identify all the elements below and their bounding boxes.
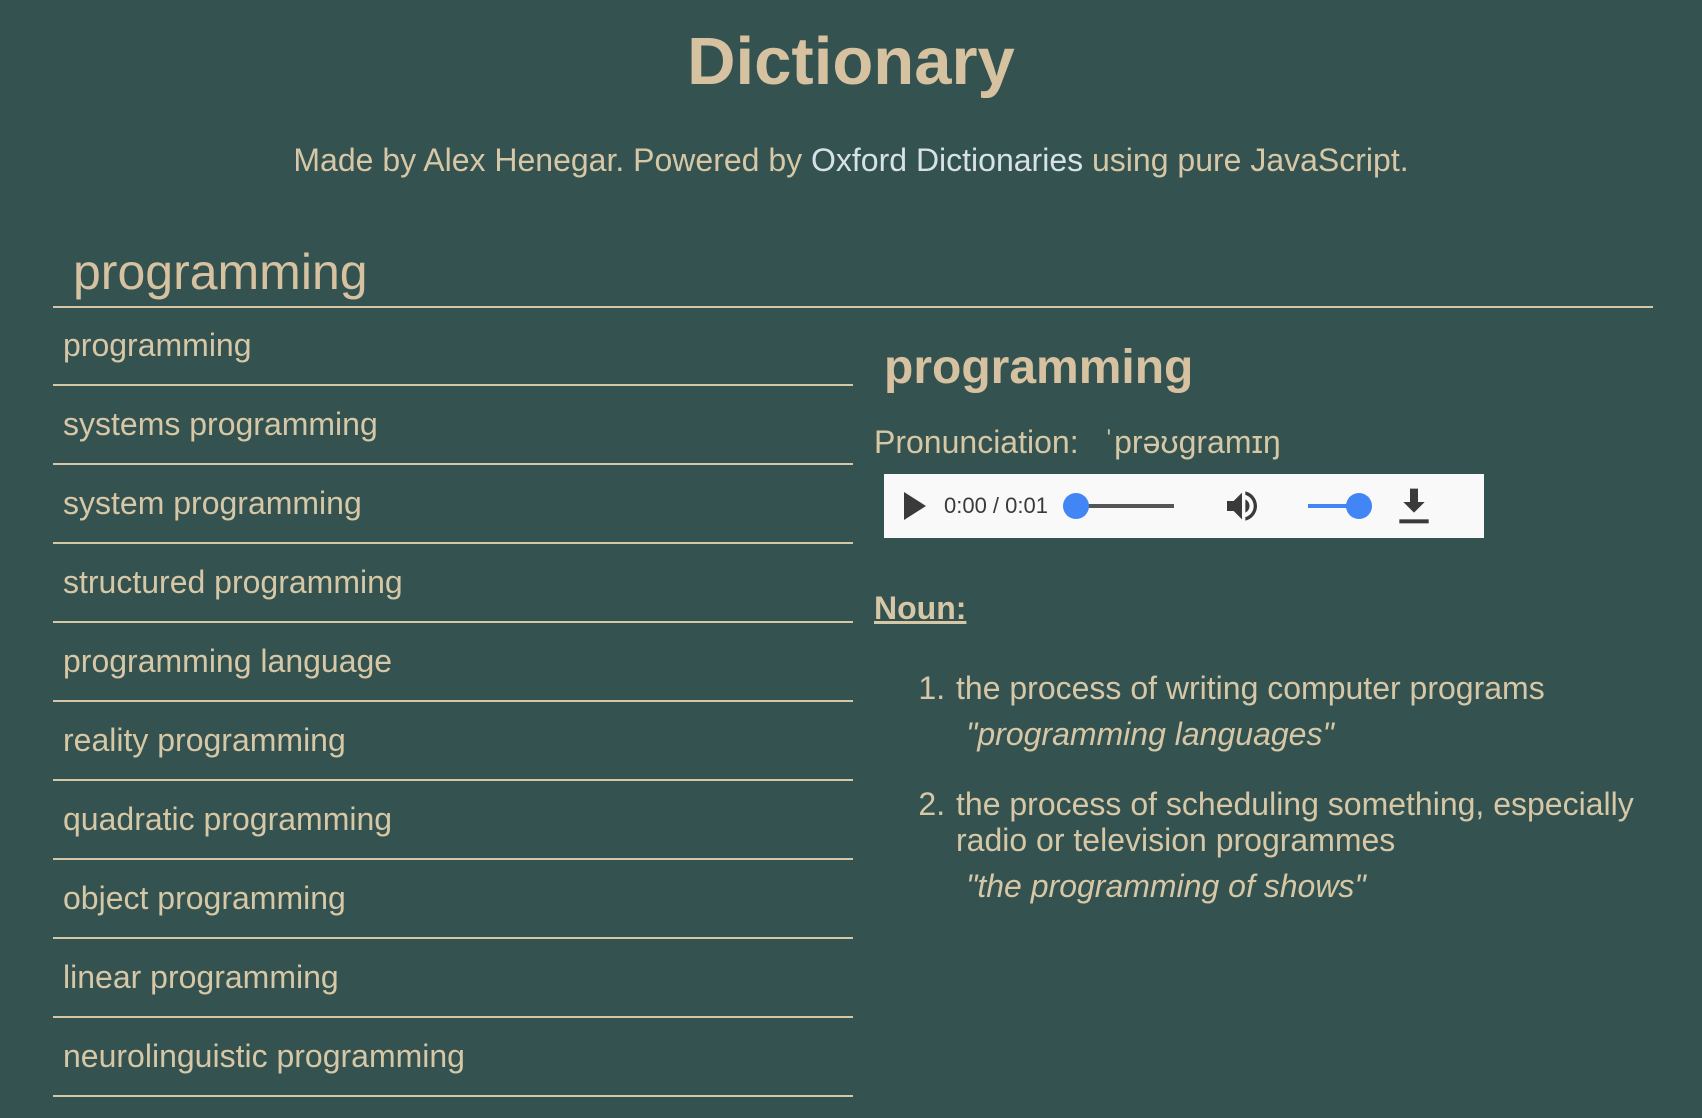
audio-progress-slider[interactable]	[1062, 493, 1174, 519]
dictionary-page: Dictionary Made by Alex Henegar. Powered…	[0, 0, 1702, 1118]
definition-text: the process of scheduling something, esp…	[956, 786, 1634, 858]
audio-progress-knob[interactable]	[1062, 493, 1089, 519]
play-icon[interactable]	[904, 492, 926, 520]
page-subtitle: Made by Alex Henegar. Powered by Oxford …	[0, 142, 1702, 178]
result-item[interactable]: reality programming	[53, 702, 853, 781]
pronunciation-label: Pronunciation:	[874, 424, 1079, 460]
pronunciation-row: Pronunciation: ˈprəʊɡramɪŋ	[874, 424, 1674, 460]
entry-detail: programming Pronunciation: ˈprəʊɡramɪŋ 0…	[874, 330, 1674, 938]
part-of-speech: Noun:	[874, 590, 967, 626]
result-item[interactable]: systems programming	[53, 386, 853, 465]
search-input[interactable]	[53, 244, 1633, 300]
result-item[interactable]: neurolinguistic programming	[53, 1018, 853, 1097]
result-item[interactable]: programming	[53, 307, 853, 386]
result-item[interactable]: quadratic programming	[53, 781, 853, 860]
download-icon[interactable]	[1398, 486, 1430, 526]
definition-example: "programming languages"	[966, 716, 1334, 752]
search-bar	[53, 244, 1653, 308]
definition-item: the process of writing computer programs…	[954, 670, 1674, 752]
audio-player: 0:00 / 0:01	[884, 474, 1484, 538]
definition-text: the process of writing computer programs	[956, 670, 1545, 706]
results-list: programming systems programming system p…	[53, 307, 853, 1097]
volume-slider[interactable]	[1307, 493, 1372, 519]
audio-time: 0:00 / 0:01	[944, 493, 1048, 518]
pronunciation-ipa: ˈprəʊɡramɪŋ	[1103, 424, 1281, 460]
subtitle-prefix: Made by Alex Henegar. Powered by	[293, 142, 812, 178]
result-item[interactable]: object programming	[53, 860, 853, 939]
result-item[interactable]: system programming	[53, 465, 853, 544]
volume-knob[interactable]	[1345, 493, 1372, 519]
definitions-list: the process of writing computer programs…	[874, 670, 1674, 904]
subtitle-suffix: using pure JavaScript.	[1083, 142, 1409, 178]
result-item[interactable]: linear programming	[53, 939, 853, 1018]
oxford-dictionaries-link[interactable]: Oxford Dictionaries	[811, 142, 1083, 178]
result-item[interactable]: structured programming	[53, 544, 853, 623]
result-item[interactable]: programming language	[53, 623, 853, 702]
entry-word: programming	[884, 341, 1194, 394]
page-title: Dictionary	[687, 24, 1015, 99]
definition-example: "the programming of shows"	[966, 868, 1366, 904]
definition-item: the process of scheduling something, esp…	[954, 786, 1674, 904]
volume-icon[interactable]	[1222, 486, 1262, 526]
